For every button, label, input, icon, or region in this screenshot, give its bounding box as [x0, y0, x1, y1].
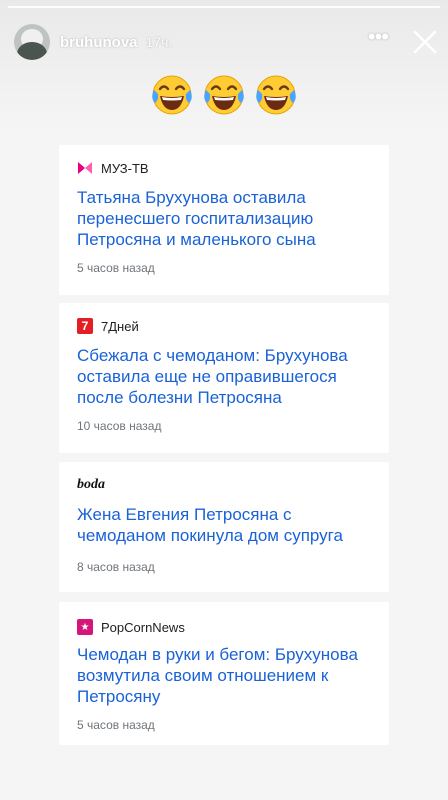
- story-timestamp: 17ч.: [145, 34, 173, 50]
- news-card[interactable]: МУЗ-ТВ Татьяна Брухунова оставила перене…: [59, 145, 389, 295]
- news-card[interactable]: boda Жена Евгения Петросяна с чемоданом …: [59, 462, 389, 592]
- news-time: 8 часов назад: [77, 560, 155, 574]
- news-source: boda: [77, 477, 105, 493]
- more-options-icon[interactable]: •••: [368, 26, 389, 52]
- avatar[interactable]: [14, 24, 50, 60]
- news-source-name: 7Дней: [101, 318, 139, 334]
- 7dney-logo-icon: 7: [77, 318, 93, 334]
- news-source-name: PopCornNews: [101, 619, 185, 635]
- face-with-tears-of-joy-icon: [201, 70, 247, 116]
- news-headline-link[interactable]: Сбежала с чемоданом: Брухунова оставила …: [77, 345, 373, 408]
- news-source: ★ PopCornNews: [77, 619, 185, 635]
- emoji-row: [0, 70, 448, 116]
- news-source-name: МУЗ-ТВ: [101, 160, 149, 176]
- news-card[interactable]: ★ PopCornNews Чемодан в руки и бегом: Бр…: [59, 602, 389, 745]
- story-progress-bar: [8, 6, 440, 8]
- news-headline-link[interactable]: Чемодан в руки и бегом: Брухунова возмут…: [77, 644, 373, 707]
- news-headline-link[interactable]: Татьяна Брухунова оставила перенесшего г…: [77, 187, 373, 250]
- muz-tv-logo-icon: [77, 160, 93, 176]
- close-icon[interactable]: [412, 29, 438, 55]
- boda-logo: boda: [77, 477, 105, 492]
- username[interactable]: bruhunova: [60, 34, 138, 51]
- news-time: 5 часов назад: [77, 718, 155, 732]
- news-headline-link[interactable]: Жена Евгения Петросяна с чемоданом покин…: [77, 504, 373, 546]
- face-with-tears-of-joy-icon: [149, 70, 195, 116]
- news-card[interactable]: 7 7Дней Сбежала с чемоданом: Брухунова о…: [59, 303, 389, 453]
- story-header: bruhunova 17ч. •••: [14, 22, 438, 62]
- news-source: МУЗ-ТВ: [77, 160, 149, 176]
- face-with-tears-of-joy-icon: [253, 70, 299, 116]
- news-time: 5 часов назад: [77, 261, 155, 275]
- popcornnews-logo-icon: ★: [77, 619, 93, 635]
- news-source: 7 7Дней: [77, 318, 139, 334]
- news-time: 10 часов назад: [77, 419, 162, 433]
